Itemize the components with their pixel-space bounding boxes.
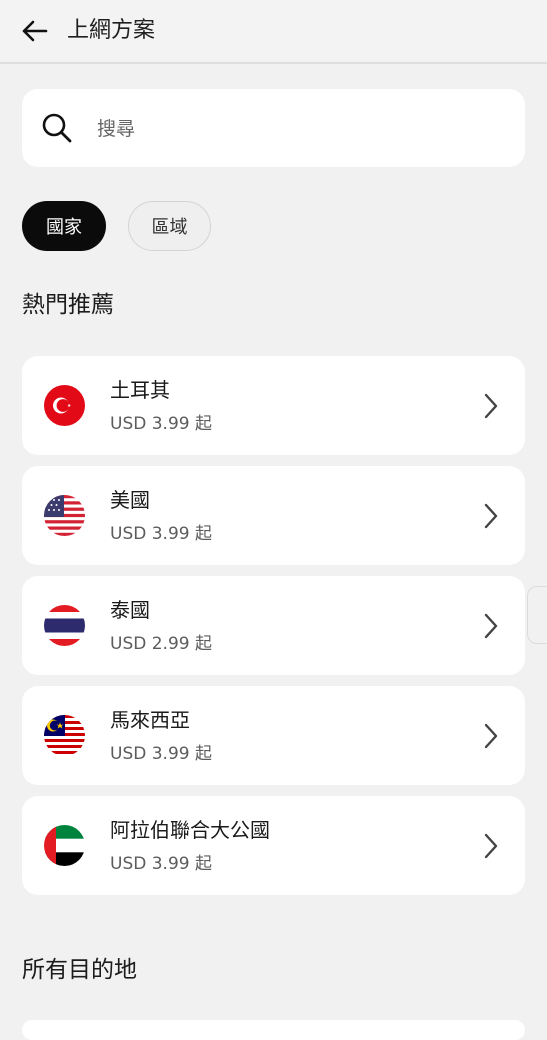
chevron-right-icon xyxy=(484,503,498,529)
country-price: USD 2.99 起 xyxy=(110,634,212,654)
top-app-bar: 上網方案 xyxy=(0,0,547,64)
destination-card-malaysia[interactable]: 馬來西亞 USD 3.99 起 xyxy=(22,686,525,785)
country-price: USD 3.99 起 xyxy=(110,854,212,874)
destination-card-next[interactable] xyxy=(22,1020,525,1040)
thailand-flag-icon xyxy=(44,605,85,646)
filter-chip-region[interactable]: 區域 xyxy=(128,201,211,251)
country-name: 馬來西亞 xyxy=(110,708,190,732)
search-input[interactable] xyxy=(95,109,499,149)
destination-card-turkey[interactable]: 土耳其 USD 3.99 起 xyxy=(22,356,525,455)
country-name: 美國 xyxy=(110,488,150,512)
page-title: 上網方案 xyxy=(67,18,156,43)
turkey-flag-icon xyxy=(44,385,85,426)
destination-card-uae[interactable]: 阿拉伯聯合大公國 USD 3.99 起 xyxy=(22,796,525,895)
arrow-left-icon xyxy=(22,20,48,42)
chevron-right-icon xyxy=(484,723,498,749)
chevron-right-icon xyxy=(484,833,498,859)
filter-chip-country[interactable]: 國家 xyxy=(22,201,106,251)
country-price: USD 3.99 起 xyxy=(110,524,212,544)
destination-card-usa[interactable]: 美國 USD 3.99 起 xyxy=(22,466,525,565)
section-title-popular: 熱門推薦 xyxy=(22,292,114,318)
country-price: USD 3.99 起 xyxy=(110,414,212,434)
search-icon xyxy=(42,113,72,143)
malaysia-flag-icon xyxy=(44,715,85,756)
section-title-all-destinations: 所有目的地 xyxy=(22,957,137,983)
chevron-right-icon xyxy=(484,393,498,419)
usa-flag-icon xyxy=(44,495,85,536)
country-price: USD 3.99 起 xyxy=(110,744,212,764)
search-bar[interactable] xyxy=(22,89,525,167)
country-name: 阿拉伯聯合大公國 xyxy=(110,818,270,842)
uae-flag-icon xyxy=(44,825,85,866)
edge-panel-handle[interactable] xyxy=(527,586,547,644)
destination-card-thailand[interactable]: 泰國 USD 2.99 起 xyxy=(22,576,525,675)
country-name: 泰國 xyxy=(110,598,150,622)
country-name: 土耳其 xyxy=(110,378,170,402)
chevron-right-icon xyxy=(484,613,498,639)
back-button[interactable] xyxy=(16,14,52,48)
